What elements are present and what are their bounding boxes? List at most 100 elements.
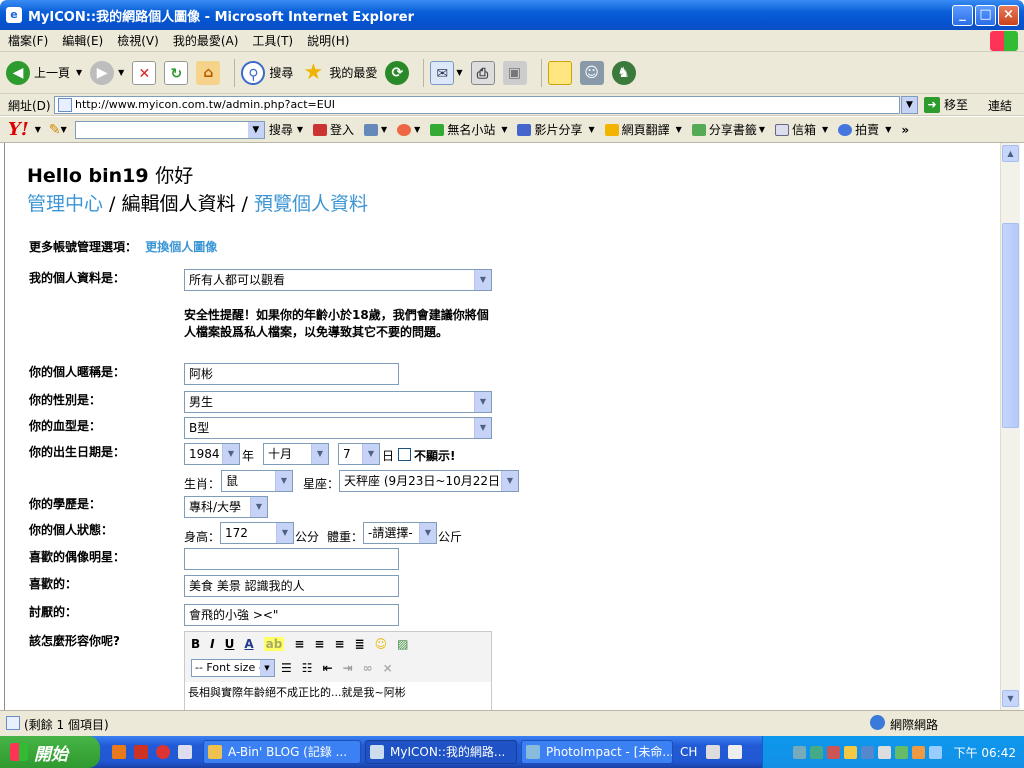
align-left-icon[interactable]: ≡: [294, 637, 304, 651]
home-icon[interactable]: ⌂: [196, 60, 221, 85]
breadcrumb-preview-link[interactable]: 預覽個人資料: [254, 193, 368, 215]
pen-icon[interactable]: [728, 745, 742, 759]
yahoo-item-mail[interactable]: 信箱 ▼: [775, 121, 828, 138]
chevron-down-icon[interactable]: ▼: [247, 121, 264, 138]
maximize-button[interactable]: □: [975, 5, 996, 26]
smiley-icon[interactable]: ☺: [375, 637, 388, 651]
bullet-list-icon[interactable]: ☰: [281, 661, 292, 675]
clock[interactable]: 下午 06:42: [954, 744, 1016, 761]
tray-icon[interactable]: [894, 745, 908, 759]
italic-button[interactable]: I: [210, 637, 214, 651]
link-icon[interactable]: ∞: [363, 661, 373, 675]
birth-month-select[interactable]: 十月 ▼: [263, 443, 329, 465]
minimize-button[interactable]: _: [952, 5, 973, 26]
height-select[interactable]: 172 ▼: [220, 522, 294, 544]
yahoo-item-bookmarks[interactable]: 分享書籤 ▼: [691, 121, 765, 138]
hide-birthday-checkbox[interactable]: [398, 448, 411, 461]
tray-icon[interactable]: [928, 745, 942, 759]
tray-icon[interactable]: [911, 745, 925, 759]
forward-button[interactable]: ▶ ▼: [90, 60, 124, 85]
chevron-down-icon[interactable]: ▼: [76, 68, 82, 77]
task-blog[interactable]: A-Bin' BLOG (記錄 ...: [203, 740, 361, 764]
go-button[interactable]: ➜ 移至: [924, 96, 968, 113]
font-color-icon[interactable]: A: [244, 637, 253, 651]
yahoo-item-wretch[interactable]: 無名小站 ▼: [430, 121, 507, 138]
print-icon[interactable]: ⎙: [470, 60, 495, 85]
numbered-list-icon[interactable]: ☷: [302, 661, 313, 675]
menu-file[interactable]: 檔案(F): [8, 32, 48, 49]
language-indicator[interactable]: CH: [680, 745, 697, 759]
quicklaunch-icon[interactable]: [156, 745, 170, 759]
edit-icon[interactable]: ▣: [502, 60, 527, 85]
breadcrumb-admin-link[interactable]: 管理中心: [27, 193, 103, 215]
messenger-icon[interactable]: ☺: [579, 60, 604, 85]
dislikes-field[interactable]: 會飛的小強 ><": [184, 604, 399, 626]
privacy-select[interactable]: 所有人都可以觀看 ▼: [184, 269, 492, 291]
keyboard-icon[interactable]: [706, 745, 720, 759]
outdent-icon[interactable]: ⇤: [323, 661, 333, 675]
volume-icon[interactable]: [877, 745, 891, 759]
menu-favorites[interactable]: 我的最愛(A): [173, 32, 239, 49]
menu-tools[interactable]: 工具(T): [252, 32, 293, 49]
menu-edit[interactable]: 編輯(E): [62, 32, 103, 49]
indent-icon[interactable]: ⇥: [343, 661, 353, 675]
bold-button[interactable]: B: [191, 637, 200, 651]
weight-select[interactable]: -請選擇- ▼: [363, 522, 437, 544]
gender-select[interactable]: 男生 ▼: [184, 391, 492, 413]
font-size-select[interactable]: -- Font size -- ▼: [191, 659, 275, 677]
refresh-icon[interactable]: ↻: [164, 60, 189, 85]
change-avatar-link[interactable]: 更換個人圖像: [145, 240, 217, 254]
blood-type-select[interactable]: B型 ▼: [184, 417, 492, 439]
chevron-down-icon[interactable]: ▼: [456, 68, 462, 77]
target-button[interactable]: ▼: [397, 123, 420, 136]
yahoo-item-translate[interactable]: 網頁翻譯 ▼: [604, 121, 682, 138]
search-button[interactable]: ⚲ 搜尋: [241, 60, 293, 85]
tray-icon[interactable]: [792, 745, 806, 759]
image-icon[interactable]: ▨: [397, 637, 408, 651]
vertical-scrollbar[interactable]: ▲ ▼: [1000, 143, 1020, 710]
tray-icon[interactable]: [826, 745, 840, 759]
zodiac-select[interactable]: 鼠 ▼: [221, 470, 293, 492]
mail-icon[interactable]: ✉: [430, 60, 455, 85]
chevron-down-icon[interactable]: ▼: [118, 68, 124, 77]
yahoo-item-video[interactable]: 影片分享 ▼: [517, 121, 595, 138]
quicklaunch-icon[interactable]: [178, 745, 192, 759]
yahoo-search-input[interactable]: ▼: [74, 120, 265, 139]
yahoo-logo[interactable]: Y!: [8, 119, 29, 140]
unlink-icon[interactable]: ⨯: [383, 661, 393, 675]
highlight-icon[interactable]: ab: [263, 637, 285, 651]
address-input[interactable]: http://www.myicon.com.tw/admin.php?act=E…: [54, 96, 900, 114]
address-dropdown-icon[interactable]: ▼: [901, 96, 918, 114]
pencil-icon[interactable]: ✎: [49, 122, 61, 138]
tray-icon[interactable]: [843, 745, 857, 759]
task-photoimpact[interactable]: PhotoImpact - [未命...: [521, 740, 673, 764]
star-sign-select[interactable]: 天秤座 (9月23日~10月22日) ▼: [339, 470, 519, 492]
justify-icon[interactable]: ≣: [355, 637, 365, 651]
task-myicon[interactable]: MyICON::我的網路...: [365, 740, 517, 764]
yahoo-search-button[interactable]: 搜尋 ▼: [269, 121, 303, 138]
address-url[interactable]: http://www.myicon.com.tw/admin.php?act=E…: [75, 98, 335, 111]
idol-field[interactable]: [184, 548, 399, 570]
favorites-button[interactable]: ★ 我的最愛: [301, 60, 377, 85]
tray-icon[interactable]: [809, 745, 823, 759]
scroll-down-icon[interactable]: ▼: [1002, 690, 1019, 707]
layout-button[interactable]: ▼: [364, 123, 387, 136]
stop-icon[interactable]: ✕: [132, 60, 157, 85]
menu-view[interactable]: 檢視(V): [117, 32, 159, 49]
editor-content[interactable]: 長相與實際年齡絕不成正比的...就是我~阿彬: [185, 682, 491, 710]
login-button[interactable]: 登入: [312, 121, 354, 138]
quicklaunch-icon[interactable]: [112, 745, 126, 759]
birth-year-select[interactable]: 1984 ▼: [184, 443, 240, 465]
close-button[interactable]: ×: [998, 5, 1019, 26]
yahoo-item-auction[interactable]: 拍賣 ▼: [838, 121, 891, 138]
nickname-field[interactable]: 阿彬: [184, 363, 399, 385]
quicklaunch-icon[interactable]: [134, 745, 148, 759]
underline-button[interactable]: U: [225, 637, 235, 651]
links-button[interactable]: 連結: [988, 97, 1012, 114]
menu-help[interactable]: 說明(H): [307, 32, 349, 49]
start-button[interactable]: 開始: [0, 736, 100, 768]
chevron-down-icon[interactable]: ▼: [35, 125, 41, 134]
game-character-icon[interactable]: ♞: [611, 60, 636, 85]
more-chevron-icon[interactable]: »: [901, 123, 909, 137]
birth-day-select[interactable]: 7 ▼: [338, 443, 380, 465]
